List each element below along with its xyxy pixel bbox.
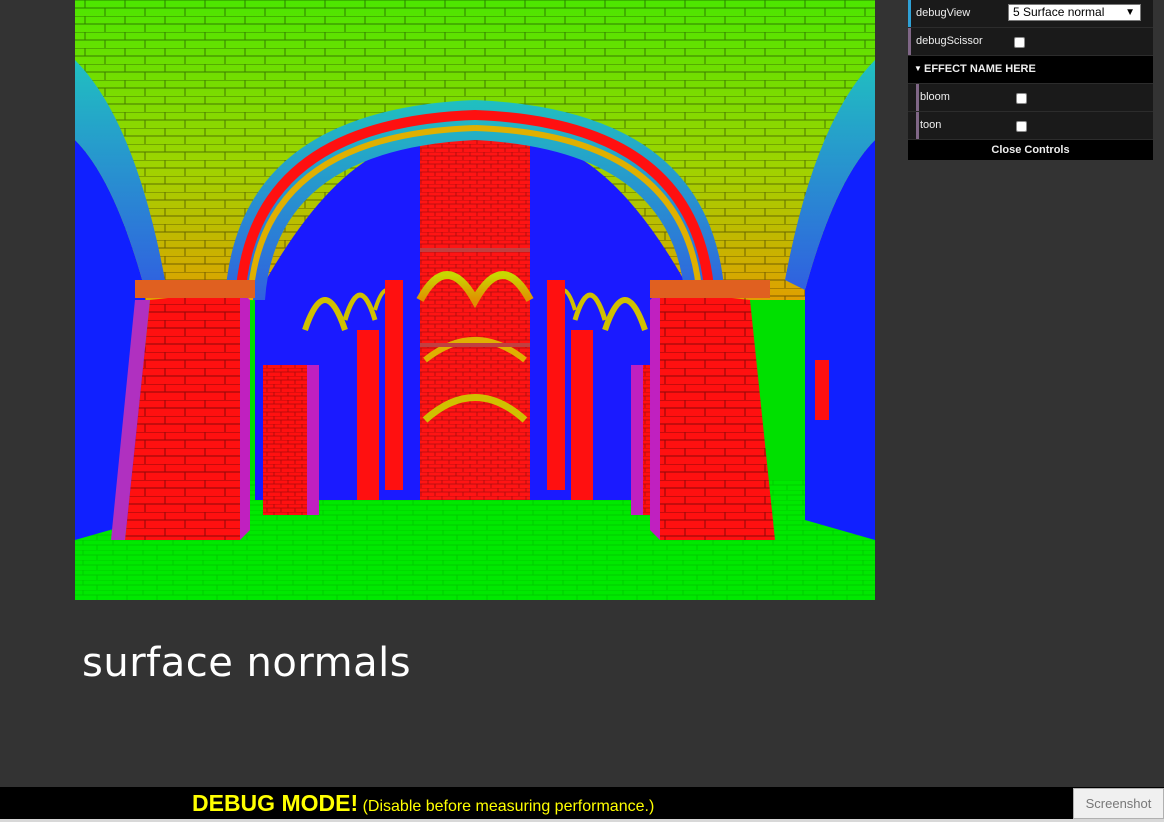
row-accent bbox=[916, 112, 919, 139]
toon-row: toon bbox=[908, 112, 1153, 140]
debug-scissor-row: debugScissor bbox=[908, 28, 1153, 56]
controls-panel: debugView 5 Surface normal ▼ debugScisso… bbox=[908, 0, 1153, 160]
toon-checkbox[interactable] bbox=[1016, 121, 1027, 132]
debug-message: DEBUG MODE! (Disable before measuring pe… bbox=[192, 790, 654, 817]
debug-scissor-checkbox[interactable] bbox=[1014, 37, 1025, 48]
debug-view-value: 5 Surface normal bbox=[1013, 5, 1105, 19]
row-accent bbox=[916, 84, 919, 111]
effect-folder-header[interactable]: ▼ EFFECT NAME HERE bbox=[908, 56, 1153, 84]
debug-view-select[interactable]: 5 Surface normal ▼ bbox=[1008, 4, 1141, 21]
bloom-row: bloom bbox=[908, 84, 1153, 112]
row-accent bbox=[908, 0, 911, 27]
rendered-scene-icon bbox=[75, 0, 875, 600]
toon-label: toon bbox=[920, 119, 942, 131]
bloom-label: bloom bbox=[920, 91, 950, 103]
render-canvas[interactable] bbox=[75, 0, 875, 600]
debug-scissor-label: debugScissor bbox=[916, 35, 983, 47]
folder-open-icon: ▼ bbox=[914, 64, 922, 73]
row-accent bbox=[908, 28, 911, 55]
chevron-down-icon: ▼ bbox=[1125, 7, 1135, 18]
screenshot-button[interactable]: Screenshot bbox=[1073, 788, 1164, 819]
debug-view-label: debugView bbox=[916, 7, 971, 19]
debug-mode-heading: DEBUG MODE! bbox=[192, 790, 359, 816]
debug-mode-bar: DEBUG MODE! (Disable before measuring pe… bbox=[0, 787, 1164, 822]
bloom-checkbox[interactable] bbox=[1016, 93, 1027, 104]
debug-view-row: debugView 5 Surface normal ▼ bbox=[908, 0, 1153, 28]
close-controls-button[interactable]: Close Controls bbox=[908, 140, 1153, 160]
page-caption: surface normals bbox=[82, 640, 412, 686]
debug-mode-note: (Disable before measuring performance.) bbox=[362, 798, 655, 815]
effect-folder-title: EFFECT NAME HERE bbox=[924, 63, 1036, 75]
